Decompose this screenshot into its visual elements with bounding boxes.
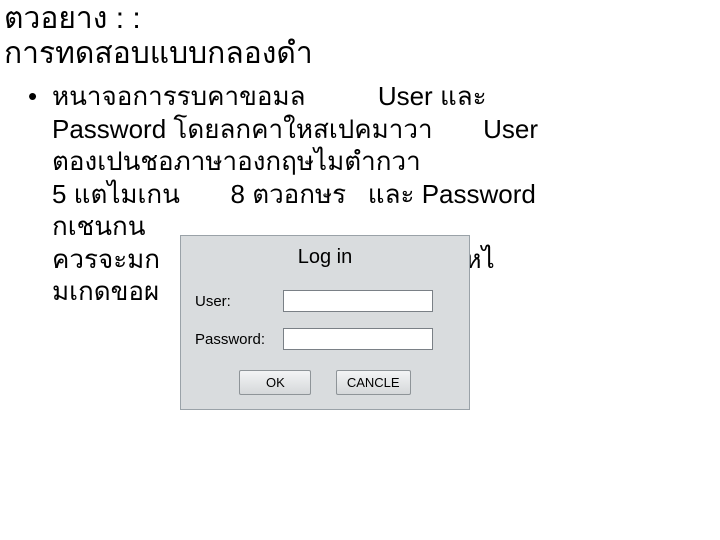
ok-button[interactable]: OK — [239, 370, 311, 395]
title-line-1: ตวอยาง : : — [4, 2, 313, 37]
user-row: User: — [195, 290, 433, 312]
user-label: User: — [195, 293, 283, 310]
bullet-line-7: มเกดขอผ — [52, 276, 159, 306]
login-title: Log in — [181, 246, 469, 269]
slide-title: ตวอยาง : : การทดสอบแบบกลองดำ — [4, 2, 313, 71]
bullet-line-3: ตองเปนชอภาษาองกฤษไมตำกวา — [52, 146, 421, 176]
cancel-button[interactable]: CANCLE — [336, 370, 411, 395]
bullet-line-2: Password โดยลกคาใหสเปคมาวา User — [52, 114, 538, 144]
bullet-line-1: หนาจอการรบคาขอมล User และ — [52, 81, 487, 111]
slide: ตวอยาง : : การทดสอบแบบกลองดำ • หนาจอการร… — [0, 0, 720, 540]
bullet-line-4: 5 แตไมเกน 8 ตวอกษร และ Password — [52, 179, 536, 209]
title-line-2: การทดสอบแบบกลองดำ — [4, 37, 313, 72]
bullet-line-5: กเชนกน — [52, 211, 146, 241]
button-row: OK CANCLE — [181, 370, 469, 395]
password-input[interactable] — [283, 328, 433, 350]
user-input[interactable] — [283, 290, 433, 312]
login-dialog: Log in User: Password: OK CANCLE — [180, 235, 470, 410]
bullet-dot-icon: • — [28, 80, 37, 113]
password-label: Password: — [195, 331, 283, 348]
password-row: Password: — [195, 328, 433, 350]
